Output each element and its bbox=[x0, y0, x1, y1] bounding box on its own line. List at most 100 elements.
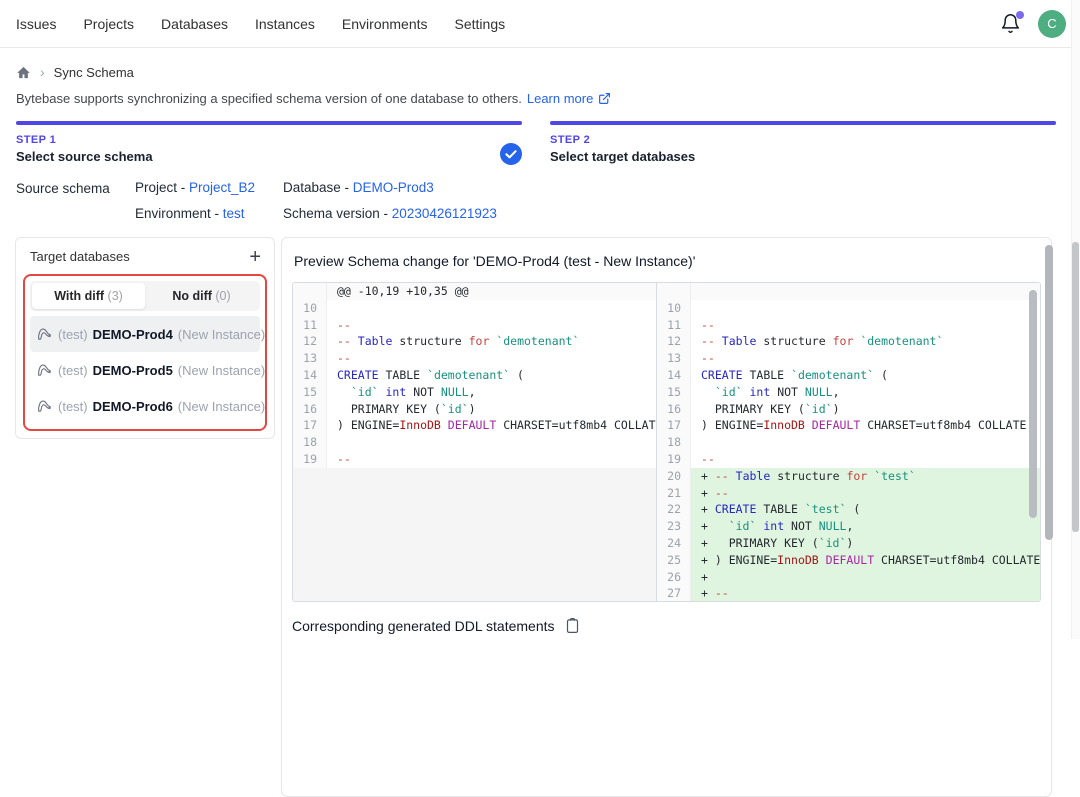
diff-line: 16 PRIMARY KEY (`id`) bbox=[293, 401, 656, 418]
target-databases-highlight-box: With diff (3)No diff (0) (test)DEMO-Prod… bbox=[23, 274, 267, 431]
code-text: @@ -10,19 +10,35 @@ bbox=[327, 283, 656, 300]
code-token bbox=[729, 469, 736, 483]
diff-line: 11-- bbox=[293, 317, 656, 334]
nav-item-projects[interactable]: Projects bbox=[83, 16, 134, 32]
diff-line-number: 18 bbox=[657, 434, 691, 451]
avatar[interactable]: C bbox=[1038, 10, 1066, 38]
nav-item-settings[interactable]: Settings bbox=[455, 16, 506, 32]
learn-more-link[interactable]: Learn more bbox=[527, 91, 593, 106]
code-token: NULL bbox=[819, 519, 847, 533]
nav-item-instances[interactable]: Instances bbox=[255, 16, 315, 32]
code-token: `id` bbox=[805, 402, 833, 416]
code-token: + bbox=[701, 586, 715, 600]
add-target-database-button[interactable]: + bbox=[249, 250, 261, 264]
code-token: NULL bbox=[805, 385, 833, 399]
diff-line-number: 10 bbox=[293, 300, 327, 317]
code-token: `id` bbox=[351, 385, 379, 399]
code-token: -- bbox=[337, 351, 351, 365]
code-token: -- bbox=[715, 486, 729, 500]
diff-tabs: With diff (3)No diff (0) bbox=[30, 281, 260, 311]
code-token: DEFAULT bbox=[826, 553, 874, 567]
target-database-row[interactable]: (test)DEMO-Prod6(New Instance) bbox=[30, 388, 260, 424]
step-2: STEP 2 Select target databases bbox=[550, 121, 1056, 164]
code-token: + ) ENGINE= bbox=[701, 553, 777, 567]
diff-line-number: 22 bbox=[657, 501, 691, 518]
source-field-value-link[interactable]: 20230426121923 bbox=[392, 206, 497, 221]
tab-with-diff[interactable]: With diff (3) bbox=[32, 283, 145, 309]
code-text bbox=[691, 283, 1040, 300]
diff-line: 24+ PRIMARY KEY (`id`) bbox=[657, 535, 1040, 552]
nav-item-issues[interactable]: Issues bbox=[16, 16, 56, 32]
code-token: + bbox=[701, 570, 708, 584]
db-environment: (test) bbox=[58, 399, 88, 414]
code-token: ) ENGINE= bbox=[701, 418, 763, 432]
window-scrollbar-thumb[interactable] bbox=[1072, 242, 1079, 532]
diff-line-number: 18 bbox=[293, 434, 327, 451]
db-environment: (test) bbox=[58, 363, 88, 378]
target-database-list: (test)DEMO-Prod4(New Instance)(test)DEMO… bbox=[30, 316, 260, 424]
code-token: , bbox=[469, 385, 476, 399]
preview-panel: Preview Schema change for 'DEMO-Prod4 (t… bbox=[281, 237, 1052, 797]
source-field-project: Project - Project_B2 bbox=[135, 180, 283, 195]
code-token: TABLE bbox=[756, 502, 804, 516]
mysql-icon bbox=[37, 399, 53, 413]
code-text bbox=[691, 434, 1040, 451]
target-databases-header: Target databases + bbox=[23, 248, 267, 274]
notification-dot bbox=[1016, 11, 1024, 19]
copy-clipboard-icon[interactable] bbox=[565, 617, 580, 634]
code-token: -- bbox=[715, 469, 729, 483]
code-token: NOT bbox=[406, 385, 441, 399]
notification-bell-icon[interactable] bbox=[1000, 13, 1022, 35]
diff-line: 23+ `id` int NOT NULL, bbox=[657, 518, 1040, 535]
code-token: `id` bbox=[729, 519, 757, 533]
code-token: int bbox=[386, 385, 407, 399]
code-token: -- bbox=[715, 586, 729, 600]
step-1-label: STEP 1 bbox=[16, 134, 522, 146]
target-database-row[interactable]: (test)DEMO-Prod5(New Instance) bbox=[30, 352, 260, 388]
code-text: -- bbox=[327, 451, 656, 468]
diff-line-number: 20 bbox=[657, 468, 691, 485]
code-token: DEFAULT bbox=[812, 418, 860, 432]
nav-right: C bbox=[1000, 10, 1066, 38]
target-database-row[interactable]: (test)DEMO-Prod4(New Instance) bbox=[30, 316, 260, 352]
code-text: + `id` int NOT NULL, bbox=[691, 518, 1040, 535]
code-token: , bbox=[833, 385, 840, 399]
window-scrollbar-track[interactable] bbox=[1071, 0, 1080, 639]
code-token: + bbox=[701, 502, 715, 516]
diff-hunk-header bbox=[657, 283, 1040, 300]
code-token bbox=[701, 385, 715, 399]
code-token: PRIMARY KEY ( bbox=[337, 402, 441, 416]
diff-line-number: 11 bbox=[657, 317, 691, 334]
nav-item-environments[interactable]: Environments bbox=[342, 16, 428, 32]
diff-pane-scrollbar[interactable] bbox=[1029, 290, 1037, 518]
home-icon[interactable] bbox=[16, 65, 31, 80]
code-token: Table bbox=[736, 469, 771, 483]
code-token: -- bbox=[701, 318, 715, 332]
source-field-value-link[interactable]: Project_B2 bbox=[189, 180, 255, 195]
diff-line: 13-- bbox=[293, 350, 656, 367]
code-token: ) bbox=[846, 536, 853, 550]
code-text: -- bbox=[327, 317, 656, 334]
source-field-value-link[interactable]: DEMO-Prod3 bbox=[353, 180, 434, 195]
diff-line: 18 bbox=[657, 434, 1040, 451]
content-scrollbar[interactable] bbox=[1045, 245, 1053, 540]
code-token: + PRIMARY KEY ( bbox=[701, 536, 819, 550]
code-text: ) ENGINE=InnoDB DEFAULT CHARSET=utf8mb4 … bbox=[327, 417, 656, 434]
diff-line: 22+ CREATE TABLE `test` ( bbox=[657, 501, 1040, 518]
diff-line: 26+ bbox=[657, 569, 1040, 586]
code-token: TABLE bbox=[743, 368, 791, 382]
diff-line-number: 16 bbox=[293, 401, 327, 418]
step-1-title: Select source schema bbox=[16, 149, 522, 164]
external-link-icon[interactable] bbox=[598, 92, 611, 105]
source-schema-summary: Source schema Project - Project_B2Databa… bbox=[16, 180, 1056, 221]
tab-no-diff[interactable]: No diff (0) bbox=[145, 283, 258, 309]
code-token: CREATE bbox=[715, 502, 757, 516]
nav-item-databases[interactable]: Databases bbox=[161, 16, 228, 32]
step-1-bar bbox=[16, 121, 522, 125]
code-token: InnoDB bbox=[763, 418, 805, 432]
diff-line-number: 25 bbox=[657, 552, 691, 569]
diff-line: 12-- Table structure for `demotenant` bbox=[657, 333, 1040, 350]
diff-empty-filler bbox=[293, 468, 656, 601]
source-field-value-link[interactable]: test bbox=[223, 206, 245, 221]
code-text: ) ENGINE=InnoDB DEFAULT CHARSET=utf8mb4 … bbox=[691, 417, 1040, 434]
